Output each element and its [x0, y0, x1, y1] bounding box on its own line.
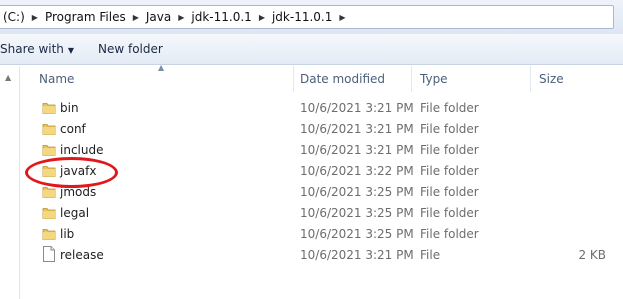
file-type: File folder — [420, 227, 479, 241]
file-row-include[interactable]: include 10/6/2021 3:21 PM File folder — [21, 140, 623, 161]
file-date: 10/6/2021 3:21 PM — [300, 122, 414, 136]
file-row-javafx[interactable]: javafx 10/6/2021 3:22 PM File folder — [21, 161, 623, 182]
folder-icon — [42, 208, 56, 219]
new-folder-button[interactable]: New folder — [98, 42, 163, 56]
column-divider[interactable] — [293, 66, 294, 92]
file-name: include — [60, 143, 104, 157]
sort-ascending-icon: ▲ — [158, 63, 165, 72]
file-type: File folder — [420, 206, 479, 220]
folder-icon — [42, 103, 56, 114]
column-header-size[interactable]: Size — [539, 72, 564, 86]
share-with-label: Share with — [0, 42, 64, 56]
file-type: File folder — [420, 164, 479, 178]
file-row-release[interactable]: release 10/6/2021 3:21 PM File 2 KB — [21, 245, 623, 266]
file-date: 10/6/2021 3:25 PM — [300, 227, 414, 241]
command-toolbar: Share with ▼ New folder — [0, 34, 623, 65]
navigation-pane[interactable]: ▲ — [0, 66, 20, 299]
breadcrumb-drive[interactable]: (C:) — [3, 10, 25, 24]
chevron-right-icon[interactable]: ▶ — [339, 13, 345, 22]
file-date: 10/6/2021 3:21 PM — [300, 143, 414, 157]
breadcrumb-jdk-current[interactable]: jdk-11.0.1 — [272, 10, 332, 24]
file-date: 10/6/2021 3:25 PM — [300, 206, 414, 220]
folder-icon — [42, 124, 56, 135]
file-name: conf — [60, 122, 86, 136]
breadcrumb[interactable]: (C:) ▶ Program Files ▶ Java ▶ jdk-11.0.1… — [0, 5, 614, 29]
chevron-right-icon[interactable]: ▶ — [259, 13, 265, 22]
file-row-lib[interactable]: lib 10/6/2021 3:25 PM File folder — [21, 224, 623, 245]
share-with-button[interactable]: Share with ▼ — [0, 42, 74, 56]
breadcrumb-program-files[interactable]: Program Files — [45, 10, 126, 24]
column-header-name[interactable]: Name — [39, 72, 74, 86]
file-row-jmods[interactable]: jmods 10/6/2021 3:25 PM File folder — [21, 182, 623, 203]
file-date: 10/6/2021 3:25 PM — [300, 185, 414, 199]
file-date: 10/6/2021 3:21 PM — [300, 101, 414, 115]
column-headers: ▲ Name Date modified Type Size — [21, 63, 623, 92]
file-name: lib — [60, 227, 75, 241]
folder-icon — [42, 145, 56, 156]
address-bar: (C:) ▶ Program Files ▶ Java ▶ jdk-11.0.1… — [0, 0, 623, 34]
file-date: 10/6/2021 3:22 PM — [300, 164, 414, 178]
chevron-right-icon[interactable]: ▶ — [133, 13, 139, 22]
column-header-date-modified[interactable]: Date modified — [300, 72, 385, 86]
file-name: javafx — [60, 164, 97, 178]
file-row-bin[interactable]: bin 10/6/2021 3:21 PM File folder — [21, 98, 623, 119]
file-name: legal — [60, 206, 90, 220]
folder-icon — [42, 166, 56, 177]
file-type: File — [420, 248, 441, 262]
breadcrumb-jdk-parent[interactable]: jdk-11.0.1 — [191, 10, 251, 24]
file-date: 10/6/2021 3:21 PM — [300, 248, 414, 262]
chevron-right-icon[interactable]: ▶ — [32, 13, 38, 22]
folder-icon — [42, 229, 56, 240]
file-type: File folder — [420, 101, 479, 115]
column-divider[interactable] — [411, 66, 412, 92]
file-type: File folder — [420, 185, 479, 199]
scroll-up-icon[interactable]: ▲ — [5, 73, 11, 82]
file-name: jmods — [60, 185, 97, 199]
column-divider[interactable] — [530, 66, 531, 92]
file-row-conf[interactable]: conf 10/6/2021 3:21 PM File folder — [21, 119, 623, 140]
file-row-legal[interactable]: legal 10/6/2021 3:25 PM File folder — [21, 203, 623, 224]
breadcrumb-java[interactable]: Java — [146, 10, 171, 24]
column-header-type[interactable]: Type — [420, 72, 448, 86]
caret-down-icon: ▼ — [67, 46, 75, 55]
file-name: release — [60, 248, 104, 262]
file-icon — [43, 246, 55, 262]
file-type: File folder — [420, 143, 479, 157]
file-size: 2 KB — [578, 248, 606, 262]
folder-icon — [42, 187, 56, 198]
file-name: bin — [60, 101, 79, 115]
chevron-right-icon[interactable]: ▶ — [178, 13, 184, 22]
file-type: File folder — [420, 122, 479, 136]
